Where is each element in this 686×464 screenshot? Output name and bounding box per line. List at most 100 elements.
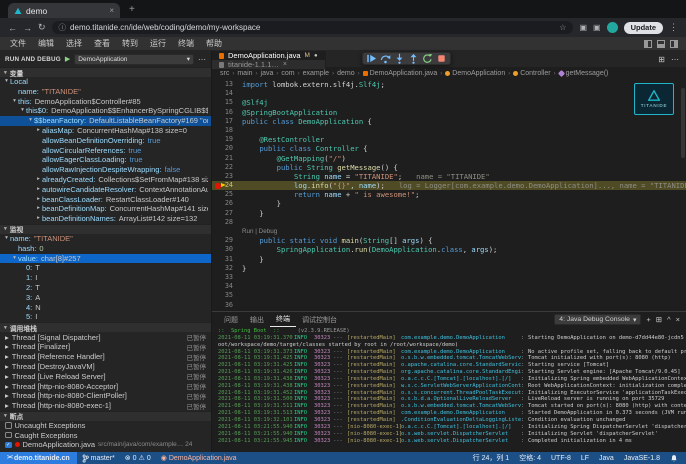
breakpoint-checkbox[interactable] — [5, 422, 12, 429]
twisty-icon[interactable]: ▾ — [3, 234, 10, 244]
code-line[interactable]: 13import lombok.extern.slf4j.Slf4j; — [212, 80, 686, 89]
twisty-icon[interactable]: ▸ — [35, 204, 42, 214]
callstack-thread-row[interactable]: ▸Thread [http-nio-8080-Acceptor]已暂停 — [0, 381, 211, 391]
watch-row[interactable]: 0:T — [0, 263, 211, 273]
code-line[interactable]: 35 — [212, 291, 686, 300]
breakpoint-row[interactable]: Caught Exceptions — [0, 430, 211, 440]
more-actions-icon[interactable]: ⋯ — [198, 55, 206, 64]
java-runtime-item[interactable]: JavaSE-1.8 — [619, 452, 665, 464]
twisty-icon[interactable]: ▾ — [27, 116, 34, 126]
code-line[interactable]: 31 } — [212, 255, 686, 264]
editor-tab[interactable]: titanide-1.1.1…× — [212, 60, 326, 69]
terminal-output[interactable]: :: Spring Boot ::(v2.3.9.RELEASE)2021-08… — [212, 327, 686, 452]
variables-row[interactable]: ▸beanDefinitionNames:ArrayList#142 size=… — [0, 214, 211, 224]
code-line[interactable]: 15@Slf4j — [212, 98, 686, 107]
cursor-position-item[interactable]: 行 24，列 1 — [468, 452, 515, 464]
breadcrumb-item[interactable]: DemoApplication — [445, 70, 505, 77]
site-info-icon[interactable]: ⓘ — [59, 22, 67, 33]
twisty-icon[interactable]: ▸ — [35, 195, 42, 205]
code-line[interactable]: 25 return name + " is awesome!"; — [212, 190, 686, 199]
variables-row[interactable]: ▸autowireCandidateResolver:ContextAnnota… — [0, 185, 211, 195]
restart-button[interactable] — [421, 53, 434, 64]
twisty-icon[interactable]: ▾ — [11, 97, 18, 107]
watch-row[interactable]: 4:N — [0, 303, 211, 313]
menu-item[interactable]: 帮助 — [200, 37, 228, 50]
split-editor-icon[interactable]: ⊞ — [658, 55, 665, 64]
browser-menu-icon[interactable]: ⋮ — [669, 22, 678, 33]
code-line[interactable]: 23 String name = "TITANIDE";name = "TITA… — [212, 172, 686, 181]
code-line[interactable]: 14 — [212, 89, 686, 98]
variables-row[interactable]: allowCircularReferences:true — [0, 146, 211, 156]
watch-row[interactable]: 3:A — [0, 293, 211, 303]
debug-status-item[interactable]: ◉DemoApplication.java — [156, 452, 242, 464]
bookmark-star-icon[interactable]: ☆ — [559, 23, 566, 32]
callstack-thread-row[interactable]: ▸Thread [Reference Handler]已暂停 — [0, 352, 211, 362]
code-line[interactable]: 17public class DemoApplication { — [212, 117, 686, 126]
breakpoint-row[interactable]: Uncaught Exceptions — [0, 421, 211, 431]
tab-close-icon[interactable]: × — [109, 6, 114, 15]
code-line[interactable]: 27 } — [212, 209, 686, 218]
watch-section-header[interactable]: ▾ 监视 — [0, 224, 211, 234]
breakpoint-row[interactable]: ✓DemoApplication.javasrc/main/java/com/e… — [0, 440, 211, 450]
callstack-thread-row[interactable]: ▸Thread [Live Reload Server]已暂停 — [0, 371, 211, 381]
code-editor[interactable]: 13import lombok.extern.slf4j.Slf4j;1415@… — [212, 80, 686, 311]
indentation-item[interactable]: 空格: 4 — [514, 452, 546, 464]
new-tab-button[interactable]: + — [129, 2, 135, 18]
callstack-section-header[interactable]: ▾ 调用堆栈 — [0, 322, 211, 332]
codelens-row[interactable]: Run | Debug — [212, 227, 686, 236]
menu-item[interactable]: 转到 — [116, 37, 144, 50]
close-tab-icon[interactable]: × — [283, 61, 287, 68]
browser-tab[interactable]: demo × — [8, 3, 120, 18]
variables-row[interactable]: ▾this$0:DemoApplication$$EnhancerBySprin… — [0, 106, 211, 116]
step-into-button[interactable] — [393, 53, 406, 64]
watch-row[interactable]: ▾value:char[8]#257 — [0, 254, 211, 264]
step-out-button[interactable] — [407, 53, 420, 64]
eol-item[interactable]: LF — [576, 452, 594, 464]
code-line[interactable]: 34 — [212, 282, 686, 291]
breadcrumb-item[interactable]: example — [303, 70, 329, 77]
refresh-icon[interactable]: ↻ — [38, 22, 46, 33]
code-line[interactable]: 26 } — [212, 199, 686, 208]
code-line[interactable]: 30 SpringApplication.run(DemoApplication… — [212, 245, 686, 254]
breadcrumb-item[interactable]: Controller — [513, 70, 550, 77]
scrollbar-thumb[interactable] — [681, 88, 685, 158]
breakpoint-checkbox[interactable] — [5, 432, 12, 439]
menu-item[interactable]: 选择 — [60, 37, 88, 50]
menu-item[interactable]: 查看 — [88, 37, 116, 50]
code-line[interactable]: 21 @GetMapping("/") — [212, 154, 686, 163]
forward-icon[interactable]: → — [23, 23, 32, 33]
callstack-thread-row[interactable]: ▸Thread [http-nio-8080-ClientPoller]已暂停 — [0, 391, 211, 401]
breakpoint-icon[interactable] — [215, 183, 221, 189]
variables-row[interactable]: ▾$$beanFactory:DefaultListableBeanFactor… — [0, 116, 211, 126]
menu-item[interactable]: 终端 — [172, 37, 200, 50]
step-over-button[interactable] — [379, 53, 392, 64]
code-line[interactable]: 22 public String getMessage() { — [212, 163, 686, 172]
callstack-thread-row[interactable]: ▸Thread [http-nio-8080-exec-1]已暂停 — [0, 401, 211, 411]
watch-row[interactable]: hash:0 — [0, 244, 211, 254]
code-line[interactable]: 33 — [212, 273, 686, 282]
encoding-item[interactable]: UTF-8 — [546, 452, 576, 464]
variables-row[interactable]: allowBeanDefinitionOverriding:true — [0, 136, 211, 146]
editor-scrollbar[interactable] — [680, 80, 686, 311]
code-line[interactable]: 16@SpringBootApplication — [212, 108, 686, 117]
extension-icon[interactable]: ▣ — [579, 23, 587, 32]
terminal-session-select[interactable]: 4: Java Debug Console ▾ — [554, 314, 641, 325]
variables-row[interactable]: allowEagerClassLoading:true — [0, 155, 211, 165]
code-line[interactable]: 18 — [212, 126, 686, 135]
panel-tab[interactable]: 输出 — [244, 312, 270, 327]
remote-host-button[interactable]: ><demo.titanide.cn — [0, 452, 77, 464]
code-line[interactable]: 29 public static void main(String[] args… — [212, 236, 686, 245]
toggle-sidebar-icon[interactable] — [644, 40, 652, 48]
extension-icon[interactable]: ▣ — [593, 23, 601, 32]
breakpoint-checkbox[interactable]: ✓ — [5, 442, 12, 449]
variables-row[interactable]: ▸alreadyCreated:Collections$SetFromMap#1… — [0, 175, 211, 185]
watch-row[interactable]: 1:I — [0, 273, 211, 283]
start-debug-icon[interactable]: ▶ — [65, 55, 70, 63]
twisty-icon[interactable]: ▸ — [5, 382, 9, 391]
menu-item[interactable]: 文件 — [4, 37, 32, 50]
code-line[interactable]: 19 @RestController — [212, 135, 686, 144]
editor-tab[interactable]: DemoApplication.javaM● — [212, 51, 326, 60]
stop-button[interactable] — [435, 53, 448, 64]
debug-config-select[interactable]: DemoApplication ▾ — [74, 54, 194, 65]
breakpoints-section-header[interactable]: ▾ 断点 — [0, 411, 211, 421]
